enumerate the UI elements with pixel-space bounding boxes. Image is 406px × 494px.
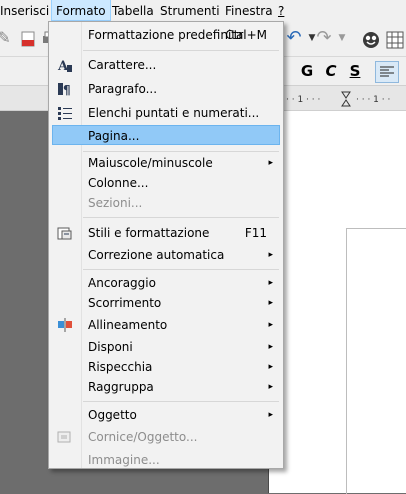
align-left-button[interactable]: [375, 61, 399, 83]
format-menu-dropdown: Formattazione predefinita Ctrl+M A Carat…: [48, 21, 284, 469]
menu-separator: [83, 151, 279, 152]
menu-formato[interactable]: Formato: [51, 0, 111, 21]
bold-button[interactable]: G: [296, 61, 318, 81]
ruler-scale: · · 1 · · · · · · 1 · ·: [286, 91, 390, 107]
submenu-arrow-icon: ▸: [268, 250, 273, 260]
italic-button[interactable]: C: [320, 61, 342, 81]
bullets-numbering-icon: [58, 107, 72, 120]
paragraph-icon: ¶: [58, 83, 71, 97]
menu-tabella[interactable]: Tabella: [108, 0, 158, 22]
menu-item-sezioni[interactable]: Sezioni...: [51, 193, 281, 213]
menu-item-scorrimento[interactable]: Scorrimento ▸: [51, 293, 281, 313]
menu-separator: [83, 401, 279, 402]
submenu-arrow-icon: ▸: [268, 158, 273, 168]
menu-finestra[interactable]: Finestra: [221, 0, 277, 22]
menu-item-allineamento[interactable]: Allineamento ▸: [51, 315, 281, 335]
submenu-arrow-icon: ▸: [268, 342, 273, 352]
submenu-arrow-icon: ▸: [268, 320, 273, 330]
page-margin-corner: [346, 228, 406, 494]
emoji-icon[interactable]: [362, 31, 380, 49]
menu-inserisci[interactable]: Inserisci: [0, 0, 53, 22]
menu-separator: [83, 269, 279, 270]
menu-item-raggruppa[interactable]: Raggruppa ▸: [51, 377, 281, 397]
frame-icon: [57, 431, 71, 443]
menu-item-elenchi-puntati[interactable]: Elenchi puntati e numerati...: [51, 103, 281, 123]
menu-item-disponi[interactable]: Disponi ▸: [51, 337, 281, 357]
underline-button[interactable]: S: [344, 61, 366, 81]
menu-help[interactable]: ?: [274, 0, 288, 22]
menu-item-stili-formattazione[interactable]: Stili e formattazione F11: [51, 223, 281, 243]
submenu-arrow-icon: ▸: [268, 410, 273, 420]
menu-item-colonne[interactable]: Colonne...: [51, 173, 281, 193]
grid-icon[interactable]: [386, 31, 404, 49]
menu-bar: Inserisci Formato Tabella Strumenti Fine…: [0, 0, 406, 22]
alignment-icon: [58, 318, 72, 332]
menu-item-formattazione-predefinita[interactable]: Formattazione predefinita Ctrl+M: [51, 25, 281, 45]
svg-text:¶: ¶: [63, 83, 71, 97]
menu-item-cornice-oggetto[interactable]: Cornice/Oggetto...: [51, 427, 281, 447]
menu-item-carattere[interactable]: A Carattere...: [51, 55, 281, 75]
menu-item-paragrafo[interactable]: ¶ Paragrafo...: [51, 79, 281, 99]
menu-item-immagine[interactable]: Immagine...: [51, 450, 281, 470]
menu-item-ancoraggio[interactable]: Ancoraggio ▸: [51, 273, 281, 293]
submenu-arrow-icon: ▸: [268, 298, 273, 308]
menu-separator: [83, 217, 279, 218]
styles-icon: [57, 227, 72, 240]
menu-item-pagina[interactable]: Pagina...: [52, 125, 280, 145]
menu-item-correzione-automatica[interactable]: Correzione automatica ▸: [51, 245, 281, 265]
menu-item-rispecchia[interactable]: Rispecchia ▸: [51, 357, 281, 377]
character-icon: A: [57, 59, 72, 73]
svg-text:· · · 1 · ·: · · · 1 · ·: [356, 95, 390, 105]
submenu-arrow-icon: ▸: [268, 362, 273, 372]
submenu-arrow-icon: ▸: [268, 382, 273, 392]
export-pdf-icon[interactable]: [20, 31, 36, 47]
redo-dropdown-icon[interactable]: ▼: [330, 26, 354, 50]
menu-item-maiuscole-minuscole[interactable]: Maiuscole/minuscole ▸: [51, 153, 281, 173]
menu-item-oggetto[interactable]: Oggetto ▸: [51, 405, 281, 425]
submenu-arrow-icon: ▸: [268, 278, 273, 288]
menu-strumenti[interactable]: Strumenti: [156, 0, 224, 22]
align-left-icon: [380, 66, 394, 77]
edit-icon[interactable]: ✎: [0, 26, 16, 50]
menu-separator: [83, 50, 279, 51]
svg-text:· · 1 · · ·: · · 1 · · ·: [286, 95, 320, 105]
